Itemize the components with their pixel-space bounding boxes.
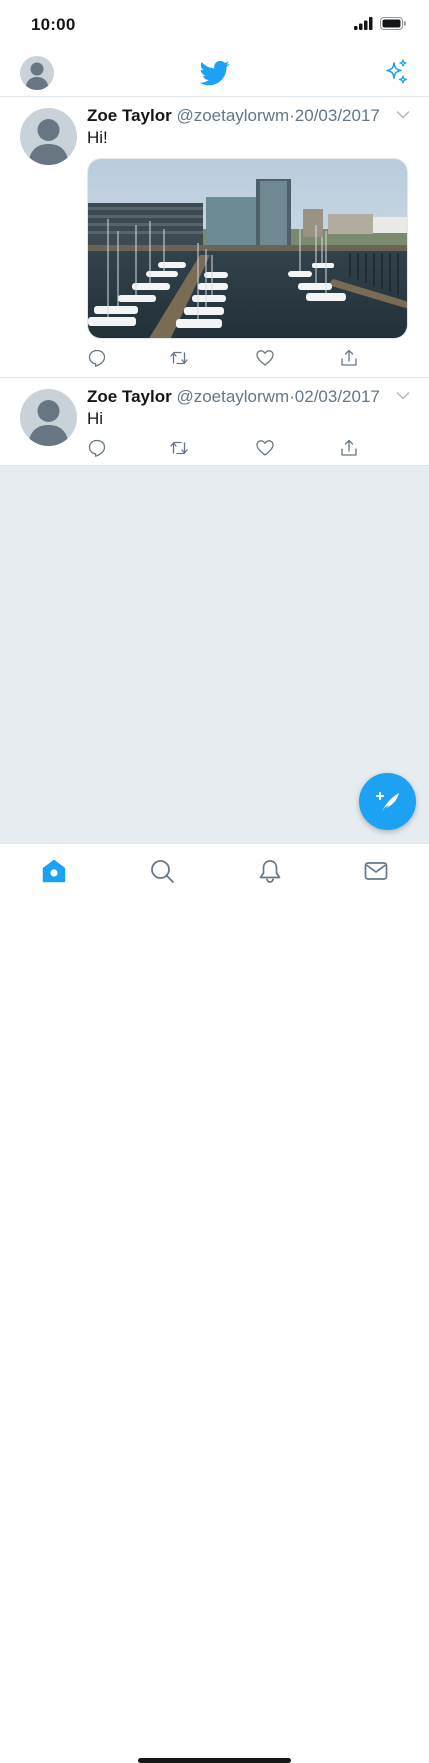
reply-icon[interactable] xyxy=(87,438,107,458)
tweet[interactable]: Zoe Taylor @zoetaylorwm·20/03/2017 Hi! xyxy=(0,97,429,378)
share-icon[interactable] xyxy=(339,348,359,368)
tweet-author-name[interactable]: Zoe Taylor xyxy=(87,106,172,125)
bottom-tab-bar xyxy=(0,843,429,1763)
tweet-actions xyxy=(87,348,387,368)
harbor-photo xyxy=(88,159,407,338)
like-heart-icon[interactable] xyxy=(255,438,275,458)
tweet-header: Zoe Taylor @zoetaylorwm·02/03/2017 xyxy=(87,387,380,407)
reply-icon[interactable] xyxy=(87,348,107,368)
search-icon[interactable] xyxy=(149,858,175,884)
tweet-date: 02/03/2017 xyxy=(294,387,380,406)
tweet-media-image[interactable] xyxy=(87,158,408,339)
compose-tweet-button[interactable] xyxy=(359,773,416,830)
tweet-author-handle: @zoetaylorwm xyxy=(176,106,290,125)
tweet-date: 20/03/2017 xyxy=(294,106,380,125)
avatar-placeholder-icon xyxy=(28,119,69,165)
tweet-text: Hi xyxy=(87,409,104,428)
profile-avatar-button[interactable] xyxy=(20,56,54,90)
tweet-actions xyxy=(87,438,387,458)
chevron-down-icon[interactable] xyxy=(396,391,410,401)
battery-icon xyxy=(380,17,406,30)
home-indicator xyxy=(138,1758,291,1763)
tweet-author-name[interactable]: Zoe Taylor xyxy=(87,387,172,406)
chevron-down-icon[interactable] xyxy=(396,110,410,120)
retweet-icon[interactable] xyxy=(169,438,189,458)
tweet[interactable]: Zoe Taylor @zoetaylorwm·02/03/2017 Hi xyxy=(0,378,429,466)
twitter-bird-icon xyxy=(200,60,230,86)
tweet-author-handle: @zoetaylorwm xyxy=(176,387,290,406)
status-bar: 10:00 xyxy=(0,0,429,48)
status-time: 10:00 xyxy=(31,15,76,34)
home-icon[interactable] xyxy=(41,858,67,884)
like-heart-icon[interactable] xyxy=(255,348,275,368)
app-header xyxy=(0,48,429,97)
tweet-avatar[interactable] xyxy=(20,108,77,165)
share-icon[interactable] xyxy=(339,438,359,458)
notifications-icon[interactable] xyxy=(257,858,283,884)
avatar-placeholder-icon xyxy=(25,62,49,90)
messages-icon[interactable] xyxy=(363,858,389,884)
compose-feather-icon xyxy=(375,791,399,812)
signal-icon xyxy=(354,17,373,30)
tweet-header: Zoe Taylor @zoetaylorwm·20/03/2017 xyxy=(87,106,380,126)
retweet-icon[interactable] xyxy=(169,348,189,368)
sparkle-icon[interactable] xyxy=(382,58,410,86)
status-icons xyxy=(354,17,407,30)
tweet-avatar[interactable] xyxy=(20,389,77,446)
avatar-placeholder-icon xyxy=(28,400,69,446)
tweet-text: Hi! xyxy=(87,128,108,147)
